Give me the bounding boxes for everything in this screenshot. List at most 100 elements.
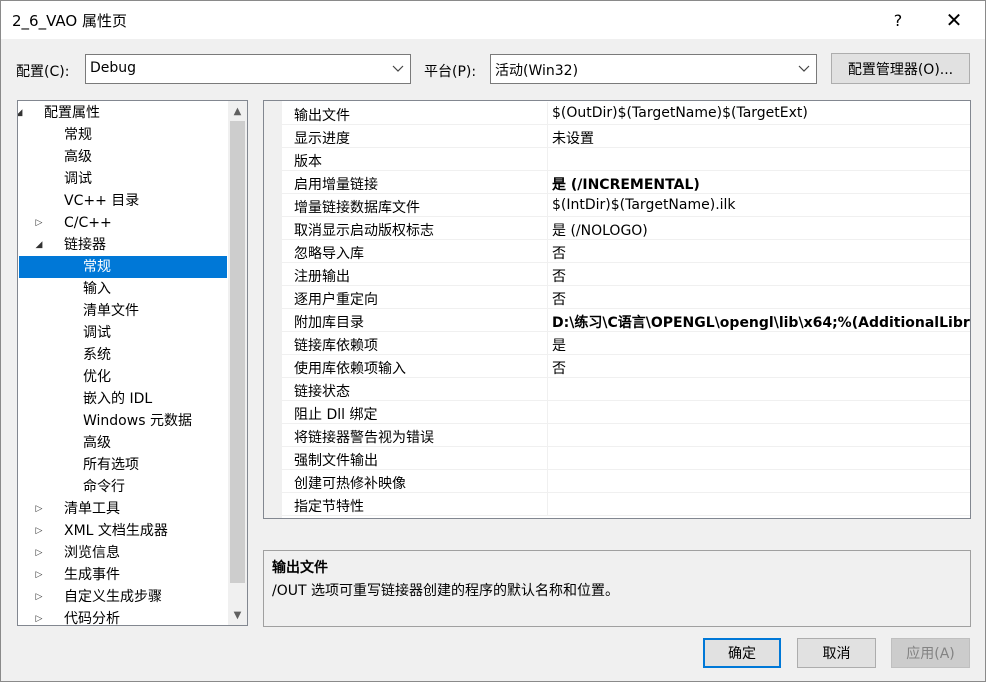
property-value[interactable]: 是 (/NOLOGO)	[552, 220, 648, 240]
property-row[interactable]: 版本	[282, 148, 970, 171]
column-divider	[547, 355, 548, 378]
tree-item[interactable]: ◢ 配置属性	[18, 102, 227, 124]
property-row[interactable]: 注册输出 否	[282, 263, 970, 286]
property-row[interactable]: 创建可热修补映像	[282, 470, 970, 493]
tree-item-label: 优化	[83, 369, 111, 385]
expanded-arrow-icon[interactable]: ◢	[33, 234, 45, 256]
collapsed-arrow-icon[interactable]: ▷	[33, 542, 45, 564]
expanded-arrow-icon[interactable]: ◢	[18, 102, 25, 124]
tree-item[interactable]: 常规	[19, 124, 227, 146]
property-row[interactable]: 增量链接数据库文件 $(IntDir)$(TargetName).ilk	[282, 194, 970, 217]
column-divider	[547, 102, 548, 125]
property-value[interactable]: 未设置	[552, 128, 594, 148]
column-divider	[547, 332, 548, 355]
title-bar: 2_6_VAO 属性页 ? ✕	[1, 1, 985, 39]
collapsed-arrow-icon[interactable]: ▷	[33, 498, 45, 520]
collapsed-arrow-icon[interactable]: ▷	[33, 564, 45, 586]
tree-item[interactable]: VC++ 目录	[19, 190, 227, 212]
tree-item[interactable]: 常规	[19, 256, 227, 278]
property-name: 链接库依赖项	[294, 338, 378, 354]
property-name: 逐用户重定向	[294, 292, 378, 308]
chevron-down-icon	[798, 65, 810, 72]
property-value[interactable]: 是 (/INCREMENTAL)	[552, 174, 700, 194]
tree-item[interactable]: ▷ 自定义生成步骤	[19, 586, 227, 608]
platform-label: 平台(P):	[424, 64, 477, 80]
property-name: 版本	[294, 154, 322, 170]
scroll-down-icon[interactable]: ▼	[228, 605, 247, 625]
config-label: 配置(C):	[16, 64, 70, 80]
property-row[interactable]: 启用增量链接 是 (/INCREMENTAL)	[282, 171, 970, 194]
tree-item[interactable]: 系统	[19, 344, 227, 366]
collapsed-arrow-icon[interactable]: ▷	[33, 520, 45, 542]
tree-item[interactable]: ▷ C/C++	[19, 212, 227, 234]
description-text: /OUT 选项可重写链接器创建的程序的默认名称和位置。	[272, 583, 619, 599]
property-value[interactable]: D:\练习\C语言\OPENGL\opengl\lib\x64;%(Additi…	[552, 312, 970, 332]
tree-item[interactable]: ▷ 生成事件	[19, 564, 227, 586]
property-row[interactable]: 将链接器警告视为错误	[282, 424, 970, 447]
property-value[interactable]: 否	[552, 243, 566, 263]
property-value[interactable]: 否	[552, 289, 566, 309]
tree-item[interactable]: ◢ 链接器	[19, 234, 227, 256]
tree-item[interactable]: 优化	[19, 366, 227, 388]
property-row[interactable]: 使用库依赖项输入 否	[282, 355, 970, 378]
property-row[interactable]: 指定节特性	[282, 493, 970, 516]
tree-item[interactable]: Windows 元数据	[19, 410, 227, 432]
property-name: 增量链接数据库文件	[294, 200, 420, 216]
tree-item-label: 自定义生成步骤	[64, 589, 162, 605]
tree-item-label: 常规	[83, 259, 111, 275]
tree-item-label: 链接器	[64, 237, 106, 253]
property-value[interactable]: 否	[552, 266, 566, 286]
property-name: 将链接器警告视为错误	[294, 430, 434, 446]
property-row[interactable]: 取消显示启动版权标志 是 (/NOLOGO)	[282, 217, 970, 240]
collapsed-arrow-icon[interactable]: ▷	[33, 586, 45, 608]
tree-scrollbar[interactable]: ▲ ▼	[228, 101, 247, 625]
property-row[interactable]: 逐用户重定向 否	[282, 286, 970, 309]
tree-item[interactable]: 命令行	[19, 476, 227, 498]
property-name: 强制文件输出	[294, 453, 378, 469]
tree-item[interactable]: 嵌入的 IDL	[19, 388, 227, 410]
collapsed-arrow-icon[interactable]: ▷	[33, 212, 45, 234]
tree-item[interactable]: ▷ 代码分析	[19, 608, 227, 625]
property-row[interactable]: 阻止 Dll 绑定	[282, 401, 970, 424]
ok-button[interactable]: 确定	[703, 638, 781, 668]
property-row[interactable]: 强制文件输出	[282, 447, 970, 470]
platform-dropdown[interactable]: 活动(Win32)	[490, 54, 817, 84]
tree-item-label: 清单文件	[83, 303, 139, 319]
property-value[interactable]: $(OutDir)$(TargetName)$(TargetExt)	[552, 105, 808, 121]
help-button[interactable]: ?	[875, 1, 921, 39]
tree-item[interactable]: 高级	[19, 432, 227, 454]
tree-item[interactable]: 清单文件	[19, 300, 227, 322]
property-row[interactable]: 忽略导入库 否	[282, 240, 970, 263]
tree-item[interactable]: 调试	[19, 168, 227, 190]
property-row[interactable]: 附加库目录 D:\练习\C语言\OPENGL\opengl\lib\x64;%(A…	[282, 309, 970, 332]
tree-item[interactable]: 高级	[19, 146, 227, 168]
config-manager-button[interactable]: 配置管理器(O)...	[831, 53, 970, 84]
property-value[interactable]: $(IntDir)$(TargetName).ilk	[552, 197, 736, 213]
scroll-thumb[interactable]	[230, 121, 245, 583]
property-row[interactable]: 链接状态	[282, 378, 970, 401]
property-row[interactable]: 链接库依赖项 是	[282, 332, 970, 355]
cancel-button[interactable]: 取消	[797, 638, 876, 668]
tree-item[interactable]: 所有选项	[19, 454, 227, 476]
tree-item[interactable]: 输入	[19, 278, 227, 300]
tree-item[interactable]: ▷ 浏览信息	[19, 542, 227, 564]
tree-item[interactable]: 调试	[19, 322, 227, 344]
tree-item[interactable]: ▷ XML 文档生成器	[19, 520, 227, 542]
property-name: 使用库依赖项输入	[294, 361, 406, 377]
property-name: 阻止 Dll 绑定	[294, 407, 378, 423]
collapsed-arrow-icon[interactable]: ▷	[33, 608, 45, 625]
description-title: 输出文件	[272, 560, 328, 576]
scroll-up-icon[interactable]: ▲	[228, 101, 247, 121]
property-row[interactable]: 输出文件 $(OutDir)$(TargetName)$(TargetExt)	[282, 102, 970, 125]
column-divider	[547, 470, 548, 493]
property-name: 输出文件	[294, 108, 350, 124]
apply-button[interactable]: 应用(A)	[891, 638, 970, 668]
property-value[interactable]: 是	[552, 335, 566, 355]
column-divider	[547, 194, 548, 217]
tree-item-label: 命令行	[83, 479, 125, 495]
close-button[interactable]: ✕	[931, 1, 977, 39]
tree-item[interactable]: ▷ 清单工具	[19, 498, 227, 520]
property-value[interactable]: 否	[552, 358, 566, 378]
property-row[interactable]: 显示进度 未设置	[282, 125, 970, 148]
config-dropdown[interactable]: Debug	[85, 54, 411, 84]
